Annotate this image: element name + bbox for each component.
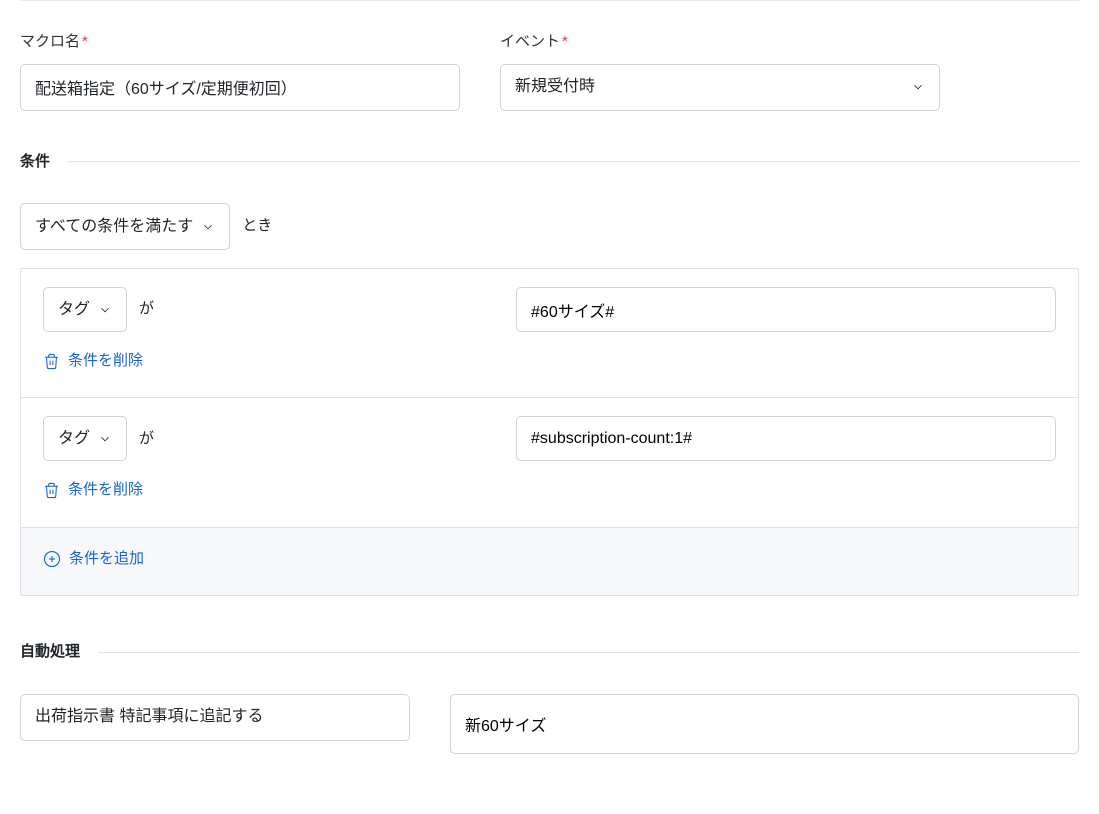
plus-circle-icon [43, 550, 61, 568]
condition-suffix-toki: とき [242, 215, 272, 238]
section-divider [68, 161, 1079, 162]
required-asterisk: * [82, 33, 88, 50]
condition-field-label: タグ [58, 427, 90, 451]
all-conditions-select[interactable]: すべての条件を満たす [20, 203, 230, 250]
condition-ga: が [139, 298, 154, 321]
chevron-down-icon [911, 80, 925, 94]
condition-value-input[interactable] [516, 287, 1056, 332]
delete-condition-label: 条件を削除 [68, 479, 143, 502]
delete-condition-label: 条件を削除 [68, 350, 143, 373]
condition-value-input[interactable] [516, 416, 1056, 461]
chevron-down-icon [98, 432, 112, 446]
condition-field-label: タグ [58, 298, 90, 322]
chevron-down-icon [201, 220, 215, 234]
required-asterisk: * [562, 33, 568, 50]
condition-ga: が [139, 428, 154, 451]
conditions-section-title: 条件 [20, 151, 50, 174]
condition-field-select[interactable]: タグ [43, 416, 127, 461]
delete-condition-button[interactable]: 条件を削除 [43, 350, 143, 373]
trash-icon [43, 353, 60, 370]
event-select[interactable]: 新規受付時 [500, 64, 940, 111]
add-condition-label: 条件を追加 [69, 548, 144, 571]
condition-row: タグ が 条件を削除 [20, 268, 1079, 398]
delete-condition-button[interactable]: 条件を削除 [43, 479, 143, 502]
auto-process-action-label: 出荷指示書 特記事項に追記する [35, 705, 263, 729]
auto-process-value-input[interactable] [450, 694, 1079, 754]
add-condition-button[interactable]: 条件を追加 [43, 548, 144, 571]
macro-name-label: マクロ名* [20, 31, 460, 54]
macro-name-input[interactable] [20, 64, 460, 111]
all-conditions-label: すべての条件を満たす [35, 215, 193, 239]
auto-process-section-title: 自動処理 [20, 641, 80, 664]
condition-row: タグ が 条件を削除 [20, 398, 1079, 527]
event-select-value: 新規受付時 [515, 75, 595, 99]
top-divider [20, 0, 1079, 1]
chevron-down-icon [98, 303, 112, 317]
event-label: イベント* [500, 31, 940, 54]
section-divider [98, 652, 1079, 653]
auto-process-action-select[interactable]: 出荷指示書 特記事項に追記する [20, 694, 410, 741]
condition-field-select[interactable]: タグ [43, 287, 127, 332]
trash-icon [43, 482, 60, 499]
